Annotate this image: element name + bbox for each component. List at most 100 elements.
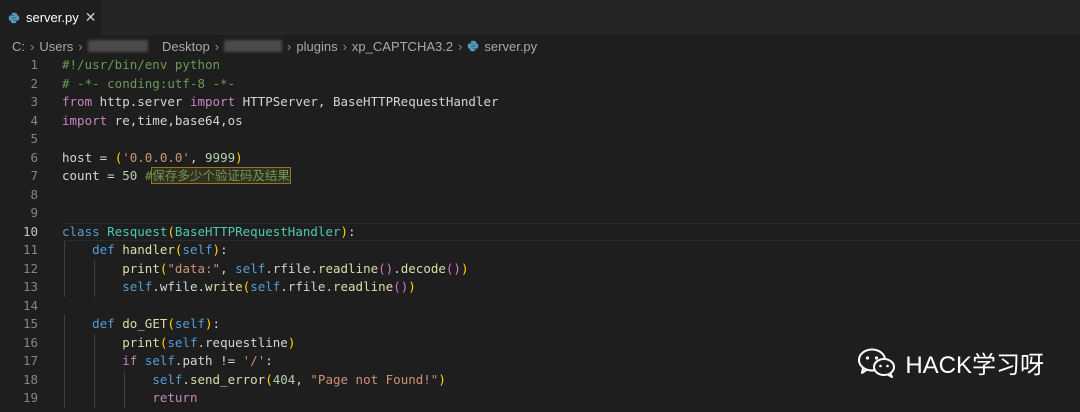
code-line[interactable]: 8	[0, 186, 1080, 205]
code-token: .requestline	[197, 334, 288, 350]
code-line[interactable]: 2 # -*- conding:utf-8 -*-	[0, 75, 1080, 94]
code-token: def	[92, 316, 115, 331]
chevron-right-icon: ›	[458, 38, 463, 54]
code-line[interactable]: 13 self.wfile.write(self.rfile.readline(…	[0, 278, 1080, 297]
code-token: )	[460, 260, 469, 276]
code-token: ()	[378, 260, 394, 276]
code-line[interactable]: 5	[0, 130, 1080, 149]
code-token: print	[122, 260, 160, 276]
tab-bar: server.py ✕	[0, 0, 1080, 35]
code-token: self	[182, 242, 213, 257]
chevron-right-icon: ›	[214, 38, 220, 54]
code-text: self.wfile.write(self.rfile.readline())	[62, 278, 416, 297]
code-text: count = 50 #保存多少个验证码及结果	[62, 167, 291, 186]
chevron-right-icon: ›	[287, 38, 292, 54]
tab-server-py[interactable]: server.py ✕	[0, 0, 102, 35]
code-token: self	[122, 279, 153, 294]
code-token: (	[167, 316, 175, 331]
line-number: 7	[30, 168, 38, 183]
code-token: .wfile.	[152, 279, 206, 294]
code-token: import	[62, 112, 108, 128]
code-token: )	[235, 149, 243, 165]
code-token: (	[265, 371, 273, 387]
code-token: ()	[445, 260, 461, 276]
code-token: from	[62, 94, 93, 109]
code-token: ,	[189, 149, 206, 165]
code-text: host = ('0.0.0.0', 9999)	[62, 149, 243, 168]
code-token: 50	[122, 168, 138, 183]
breadcrumb-desktop[interactable]: Desktop	[162, 39, 210, 54]
line-number: 1	[30, 57, 38, 72]
line-number: 15	[22, 316, 38, 331]
breadcrumb-plugins[interactable]: plugins	[296, 39, 337, 54]
line-number: 2	[30, 75, 38, 91]
code-token: )	[212, 242, 221, 257]
code-token: BaseHTTPRequestHandler	[174, 223, 341, 239]
code-text: from http.server import HTTPServer, Base…	[62, 93, 499, 112]
code-token: send_error	[189, 371, 266, 387]
code-token: (	[167, 223, 175, 239]
code-line[interactable]: 7 count = 50 #保存多少个验证码及结果	[0, 167, 1080, 186]
tab-label: server.py	[26, 10, 79, 25]
code-token: self	[174, 316, 206, 331]
code-token: #!/usr/bin/env python	[62, 57, 221, 72]
line-number: 18	[22, 371, 38, 387]
code-line[interactable]: 19 return	[0, 389, 1080, 408]
code-token: ,	[295, 371, 311, 387]
code-token: .rfile.	[280, 279, 333, 294]
breadcrumb-drive[interactable]: C:	[12, 39, 25, 54]
code-token: re,time,base64,os	[107, 112, 243, 128]
breadcrumb-xp-captcha[interactable]: xp_CAPTCHA3.2	[352, 39, 453, 54]
code-token: self	[250, 279, 281, 294]
line-number: 14	[22, 297, 38, 313]
line-number: 3	[30, 94, 38, 109]
chevron-right-icon: ›	[342, 38, 347, 54]
chevron-right-icon: ›	[78, 38, 83, 54]
code-token: )	[205, 316, 213, 331]
code-line[interactable]: 4 import re,time,base64,os	[0, 112, 1080, 131]
code-token: 404	[272, 371, 296, 387]
code-token: # -*- conding:utf-8 -*-	[62, 75, 236, 91]
code-token: return	[152, 390, 198, 405]
code-line[interactable]: 3 from http.server import HTTPServer, Bas…	[0, 93, 1080, 112]
line-number: 17	[22, 353, 38, 368]
line-number: 8	[30, 186, 38, 202]
code-token: readline	[332, 279, 394, 294]
line-number: 4	[30, 112, 38, 128]
breadcrumb-users[interactable]: Users	[39, 39, 73, 54]
code-line[interactable]: 14	[0, 297, 1080, 316]
code-token: host =	[62, 149, 115, 165]
code-line[interactable]: 1 #!/usr/bin/env python	[0, 56, 1080, 75]
code-token: .path !=	[174, 353, 243, 368]
breadcrumb-file[interactable]: server.py	[484, 39, 537, 54]
code-token: handler	[122, 242, 175, 257]
code-token: "Page not Found!"	[310, 371, 439, 387]
code-line[interactable]: 15 def do_GET(self):	[0, 315, 1080, 334]
line-number: 19	[22, 390, 38, 405]
code-text: return	[62, 389, 197, 408]
line-number: 13	[22, 279, 38, 294]
redacted-folder	[224, 40, 283, 52]
code-line[interactable]: 12 print("data:", self.rfile.readline().…	[0, 259, 1080, 278]
close-icon[interactable]: ✕	[85, 9, 97, 26]
code-line[interactable]: 9	[0, 204, 1080, 223]
code-line[interactable]: 6 host = ('0.0.0.0', 9999)	[0, 149, 1080, 168]
chevron-right-icon: ›	[30, 38, 35, 54]
code-line[interactable]: 10 class Resquest(BaseHTTPRequestHandler)…	[0, 222, 1080, 242]
code-token: :	[265, 353, 273, 368]
code-token: '/'	[242, 353, 266, 368]
python-icon	[8, 12, 20, 23]
code-token: )	[438, 371, 446, 387]
code-text: import re,time,base64,os	[62, 112, 243, 131]
code-token: "data:"	[167, 260, 221, 276]
code-text: #!/usr/bin/env python	[62, 56, 220, 75]
code-token: self	[144, 353, 175, 368]
code-line[interactable]: 11 def handler(self):	[0, 241, 1080, 260]
line-number: 10	[22, 223, 38, 239]
code-text: # -*- conding:utf-8 -*-	[62, 75, 235, 94]
